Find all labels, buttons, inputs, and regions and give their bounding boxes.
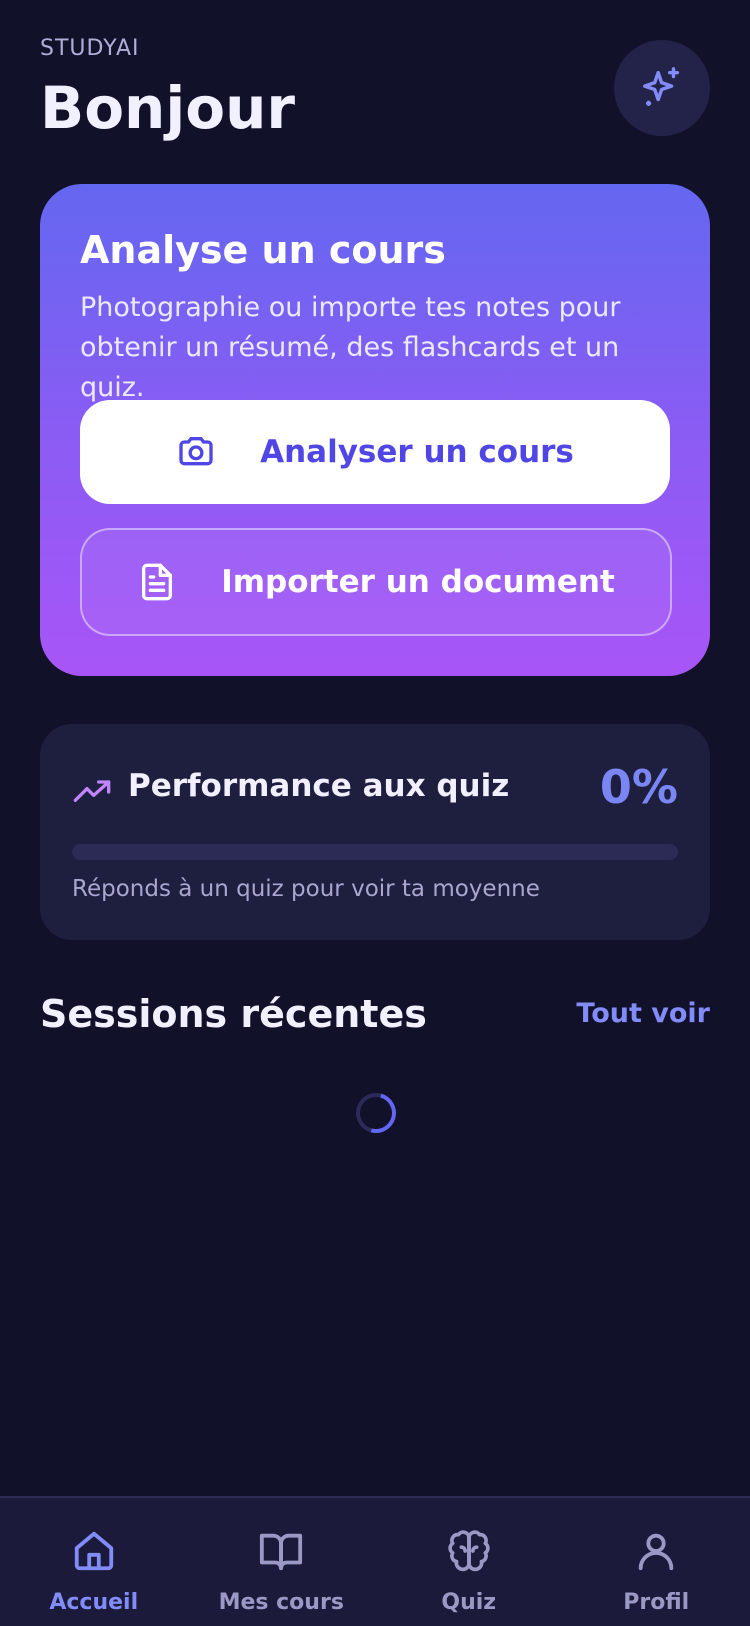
brain-icon — [446, 1528, 492, 1574]
quiz-performance-card: Performance aux quiz 0% Réponds à un qui… — [40, 724, 710, 940]
camera-icon — [176, 432, 216, 472]
hero-description: Photographie ou importe tes notes pour o… — [80, 288, 680, 408]
loading-spinner — [349, 1086, 404, 1141]
import-document-label: Importer un document — [221, 564, 615, 600]
trending-up-icon — [72, 772, 112, 812]
user-icon — [633, 1528, 679, 1574]
home-icon — [71, 1528, 117, 1574]
analyze-course-card: Analyse un cours Photographie ou importe… — [40, 184, 710, 676]
tab-profile-label: Profil — [563, 1590, 750, 1615]
import-document-button[interactable]: Importer un document — [80, 528, 672, 636]
book-open-icon — [258, 1528, 304, 1574]
file-text-icon — [137, 562, 177, 602]
hero-title: Analyse un cours — [80, 228, 446, 272]
tab-my-courses[interactable]: Mes cours — [188, 1498, 376, 1626]
see-all-link[interactable]: Tout voir — [576, 998, 710, 1029]
analyze-course-button[interactable]: Analyser un cours — [80, 400, 670, 504]
tab-my-courses-label: Mes cours — [188, 1590, 376, 1615]
tab-quiz-label: Quiz — [375, 1590, 563, 1615]
tab-home[interactable]: Accueil — [0, 1498, 188, 1626]
page-title: Bonjour — [40, 74, 295, 142]
performance-hint: Réponds à un quiz pour voir ta moyenne — [72, 876, 540, 902]
performance-value: 0% — [600, 760, 678, 814]
header: STUDYAI Bonjour — [40, 30, 710, 140]
tab-quiz[interactable]: Quiz — [375, 1498, 563, 1626]
analyze-course-label: Analyser un cours — [260, 434, 574, 470]
tab-profile[interactable]: Profil — [563, 1498, 750, 1626]
sparkles-icon — [639, 65, 685, 111]
recent-sessions-title: Sessions récentes — [40, 992, 427, 1036]
bottom-tab-bar: Accueil Mes cours Quiz Profil — [0, 1496, 750, 1626]
tab-home-label: Accueil — [0, 1590, 188, 1615]
app-name: STUDYAI — [40, 36, 140, 61]
ai-assistant-button[interactable] — [614, 40, 710, 136]
performance-title: Performance aux quiz — [128, 768, 509, 804]
performance-progress-bar — [72, 844, 678, 860]
